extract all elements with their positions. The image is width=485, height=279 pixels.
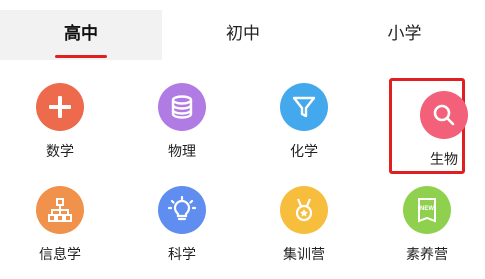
tab-label: 小学 [387, 24, 422, 44]
subject-label: 信息学 [39, 247, 81, 263]
grade-tabs: 高中 初中 小学 [0, 10, 485, 60]
subject-item-physics[interactable]: 物理 [127, 70, 237, 170]
search-icon [420, 91, 468, 139]
subject-item-biology[interactable]: 生物 [389, 78, 468, 174]
tab-label: 高中 [64, 24, 98, 44]
subject-label: 科学 [168, 247, 196, 263]
subject-item-literacy-camp[interactable]: NEW 素养营 [372, 173, 482, 273]
subject-item-math[interactable]: 数学 [5, 70, 115, 170]
tab-label: 初中 [226, 24, 260, 44]
subject-item-science[interactable]: 科学 [127, 173, 237, 273]
subject-item-informatics[interactable]: 信息学 [5, 173, 115, 273]
subject-label: 数学 [46, 144, 74, 160]
subject-item-training-camp[interactable]: 集训营 [249, 173, 359, 273]
subject-item-chemistry[interactable]: 化学 [249, 70, 359, 170]
subject-grid: 数学 物理 化学 生物 信息学 科学 集训营 NEW 素养营 [0, 70, 485, 279]
database-icon [158, 83, 206, 131]
subject-label: 生物 [430, 152, 458, 168]
subject-label: 化学 [290, 144, 318, 160]
subject-label: 物理 [168, 144, 196, 160]
svg-text:NEW: NEW [420, 206, 434, 212]
subject-label: 素养营 [406, 247, 448, 263]
tab-primary-school[interactable]: 小学 [324, 10, 485, 60]
funnel-icon [280, 83, 328, 131]
medal-icon [280, 186, 328, 234]
subject-label: 集训营 [283, 247, 325, 263]
tab-middle-school[interactable]: 初中 [162, 10, 324, 60]
active-tab-indicator [55, 55, 107, 58]
tab-high-school[interactable]: 高中 [0, 10, 162, 60]
new-badge-icon: NEW [403, 186, 451, 234]
plus-icon [36, 83, 84, 131]
sitemap-icon [36, 186, 84, 234]
lightbulb-icon [158, 186, 206, 234]
